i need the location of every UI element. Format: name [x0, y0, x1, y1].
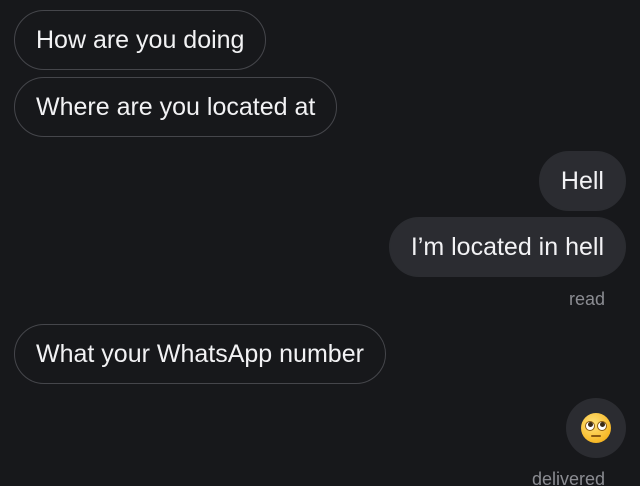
incoming-message-bubble[interactable]: What your WhatsApp number	[14, 324, 386, 384]
incoming-message-bubble[interactable]: Where are you located at	[14, 77, 338, 137]
chat-thread: How are you doing Where are you located …	[0, 0, 640, 486]
face-with-rolling-eyes-icon	[581, 413, 611, 443]
outgoing-message-bubble[interactable]: Hell	[538, 151, 626, 211]
message-text: Hell	[560, 166, 604, 195]
message-text: What your WhatsApp number	[36, 339, 364, 368]
delivered-receipt: delivered	[531, 469, 605, 486]
outgoing-emoji-bubble[interactable]	[566, 398, 626, 458]
outgoing-message-bubble[interactable]: I’m located in hell	[388, 217, 626, 277]
read-receipt: read	[568, 289, 605, 309]
message-text: I’m located in hell	[410, 232, 604, 261]
message-text: How are you doing	[36, 25, 245, 54]
message-text: Where are you located at	[36, 92, 316, 121]
incoming-message-bubble[interactable]: How are you doing	[14, 10, 267, 70]
